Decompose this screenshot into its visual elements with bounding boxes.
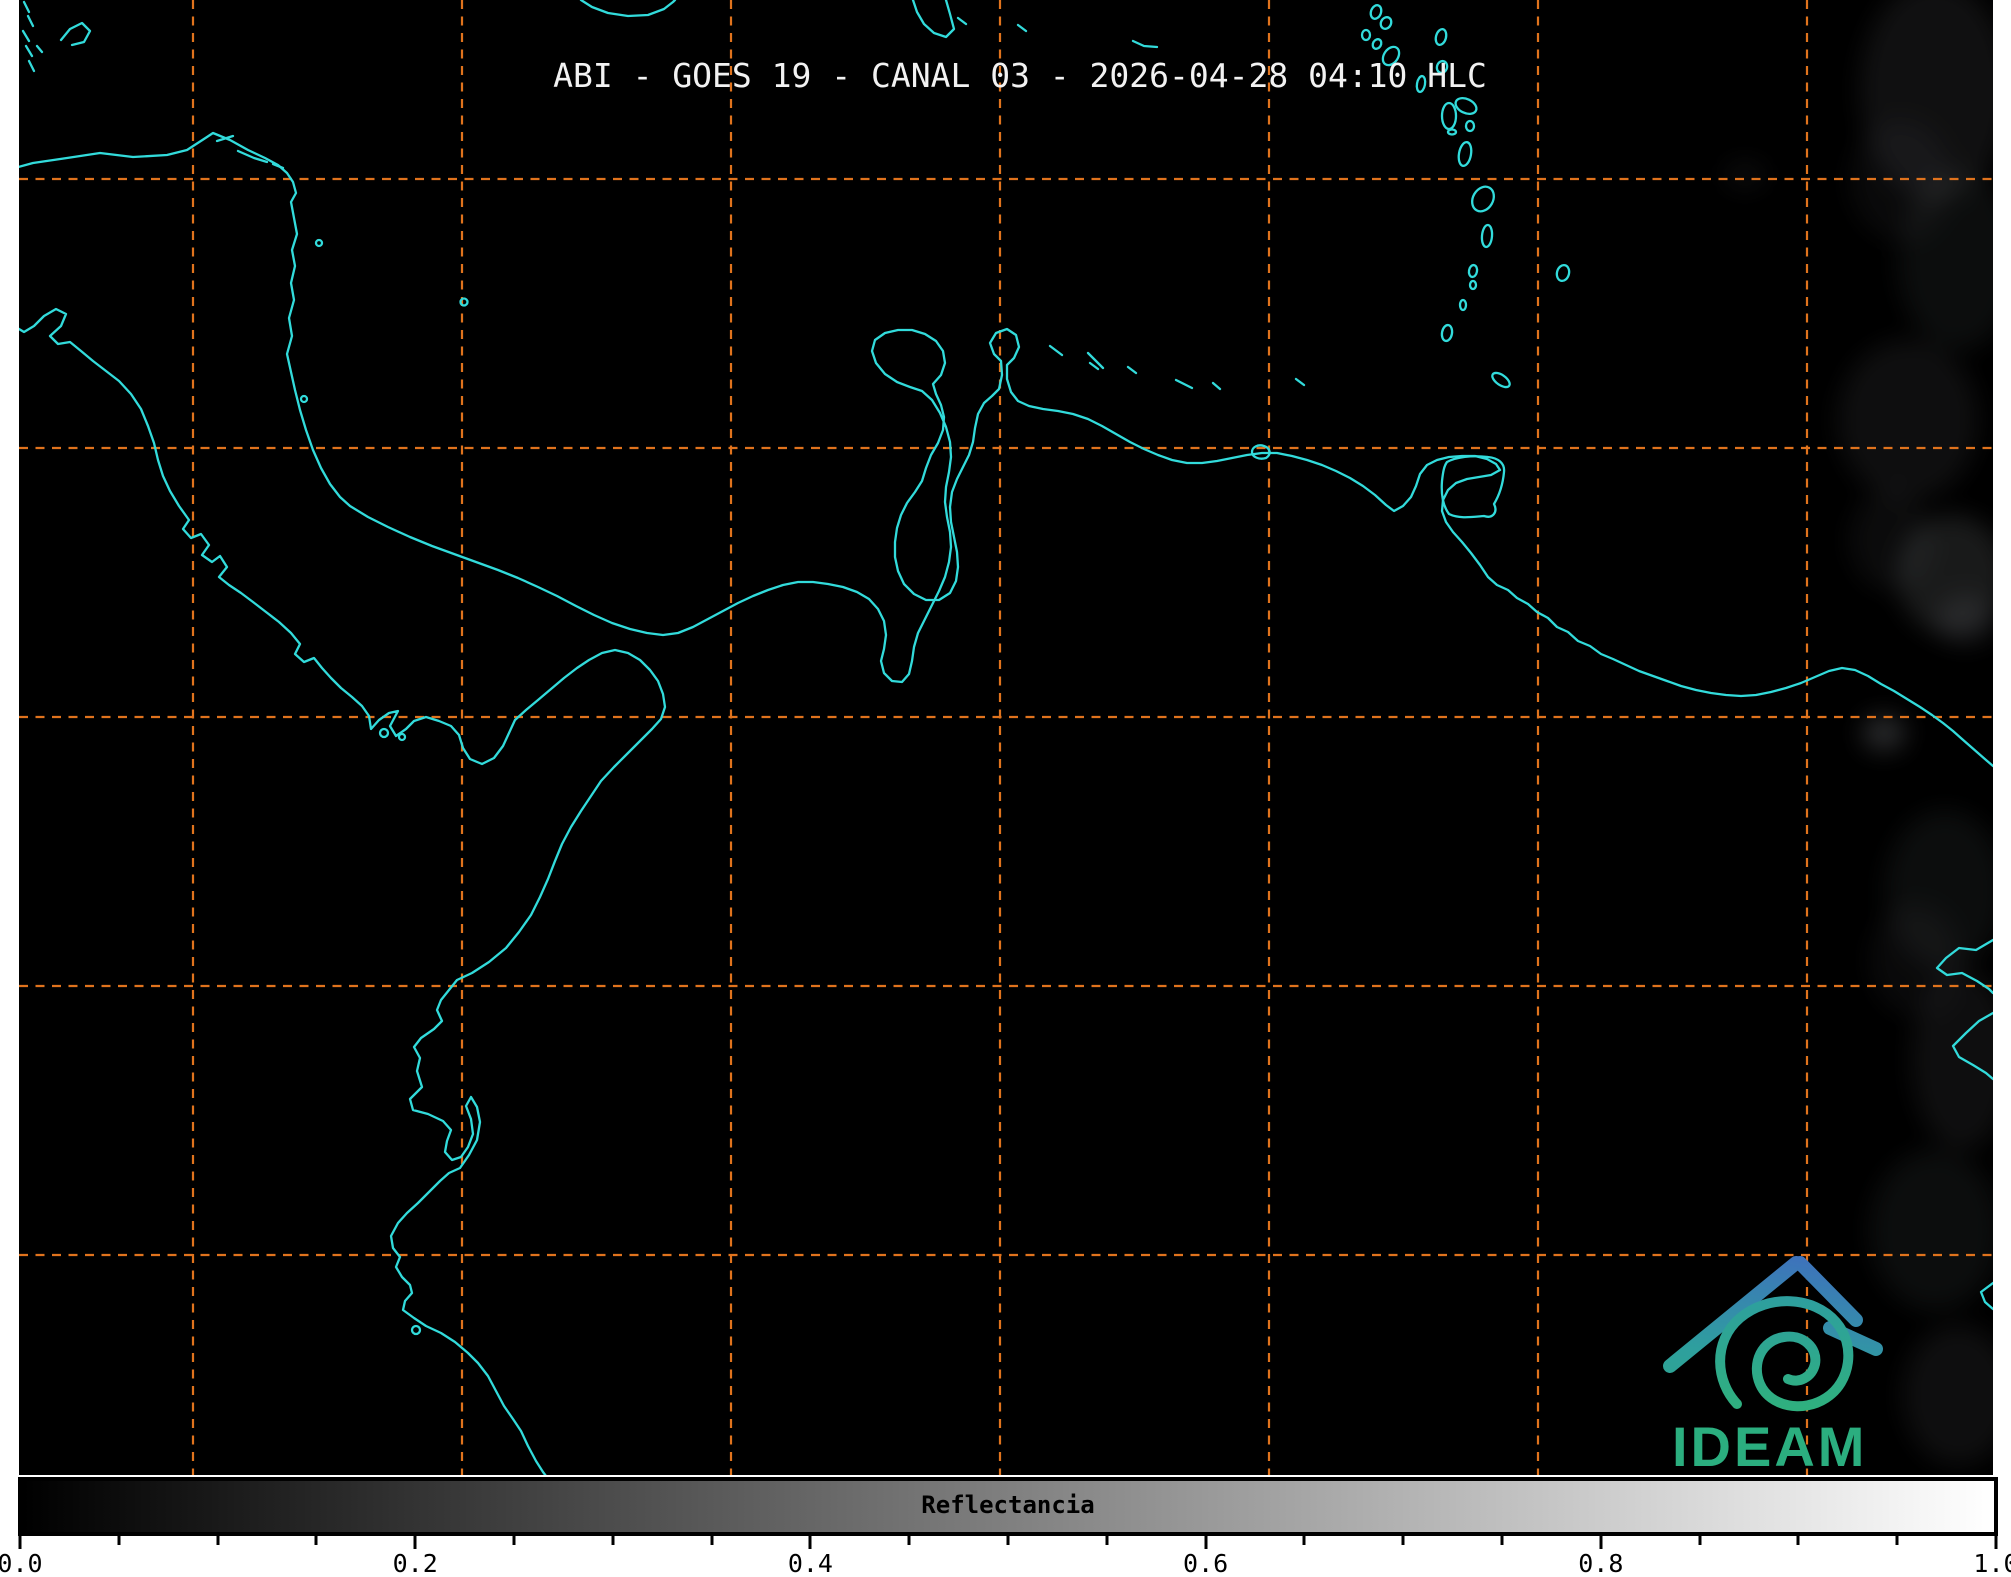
satellite-product-page: ABI - GOES 19 - CANAL 03 - 2026-04-28 04… [0, 0, 2011, 1577]
colorbar-tick-label-0.6: 0.6 [1183, 1549, 1228, 1577]
colorbar-tick-label-0.4: 0.4 [788, 1549, 833, 1577]
colorbar-label: Reflectancia [22, 1491, 1994, 1519]
ideam-logo-text: IDEAM [1672, 1414, 1912, 1479]
reflectance-colorbar: Reflectancia [18, 1477, 1998, 1536]
colorbar-tick-label-1.0: 1.0 [1973, 1549, 2011, 1577]
colorbar-tick-label-0.0: 0.0 [0, 1549, 43, 1577]
satellite-map-canvas [0, 0, 2011, 1475]
colorbar-tick-label-0.2: 0.2 [393, 1549, 438, 1577]
colorbar-ticks [0, 1536, 2011, 1550]
colorbar-tick-labels: 0.0 0.2 0.4 0.6 0.8 1.0 [0, 1549, 2011, 1577]
colorbar-tick-label-0.8: 0.8 [1578, 1549, 1623, 1577]
map-background [19, 0, 1993, 1475]
product-title: ABI - GOES 19 - CANAL 03 - 2026-04-28 04… [19, 56, 1993, 95]
satellite-map: ABI - GOES 19 - CANAL 03 - 2026-04-28 04… [0, 0, 2011, 1475]
